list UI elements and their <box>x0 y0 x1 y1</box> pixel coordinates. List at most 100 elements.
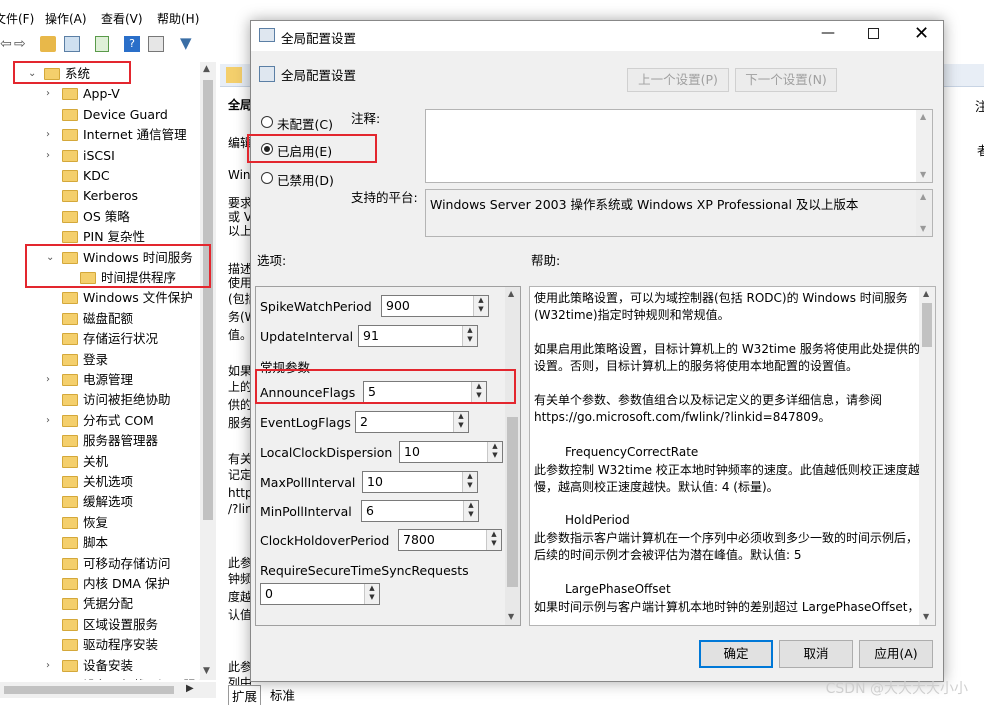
prev-setting-button[interactable]: 上一个设置(P) <box>627 68 729 92</box>
spin-arrows-icon[interactable]: ▲ ▼ <box>473 296 488 316</box>
tab-extended[interactable]: 扩展 <box>228 685 262 705</box>
next-setting-button[interactable]: 下一个设置(N) <box>735 68 837 92</box>
tree-hscrollbar[interactable]: ▶ <box>0 682 216 698</box>
chevron-right-icon[interactable]: › <box>46 656 50 676</box>
tree-item[interactable]: › iSCSI <box>46 146 115 166</box>
option-spin-input[interactable]: 91 ▲ ▼ <box>358 325 478 347</box>
option-spin-input[interactable]: 2 ▲ ▼ <box>355 411 469 433</box>
tree-item[interactable]: 关机选项 <box>62 472 133 492</box>
scroll-down-icon[interactable]: ▼ <box>203 666 210 676</box>
tree-item[interactable]: › Internet 通信管理 <box>46 125 187 145</box>
minimize-icon[interactable]: — <box>821 25 835 41</box>
tree-item[interactable]: 区域设置服务 <box>62 615 158 635</box>
help-heading-3: LargePhaseOffset <box>565 582 671 596</box>
tree-item[interactable]: 服务器管理器 <box>62 431 158 451</box>
tree-item[interactable]: 脚本 <box>62 533 108 553</box>
tree-item[interactable]: 存储运行状况 <box>62 329 158 349</box>
menu-help[interactable]: 帮助(H) <box>157 10 199 27</box>
scroll-down-icon[interactable]: ▼ <box>920 170 926 179</box>
option-spin-input[interactable]: 6 ▲ ▼ <box>361 500 479 522</box>
scroll-up-icon[interactable]: ▲ <box>923 289 929 298</box>
spin-arrows-icon[interactable]: ▲ ▼ <box>364 584 379 604</box>
scroll-up-icon[interactable]: ▲ <box>203 64 210 74</box>
tree-scrollbar[interactable]: ▲ ▼ <box>200 62 216 680</box>
chevron-right-icon[interactable]: › <box>46 370 50 390</box>
chevron-right-icon[interactable]: › <box>46 125 50 145</box>
export-list-icon[interactable] <box>95 36 109 52</box>
radio-not-configured[interactable] <box>261 116 273 128</box>
chevron-right-icon[interactable]: › <box>46 411 50 431</box>
option-label: UpdateInterval <box>260 329 354 344</box>
radio-disabled[interactable] <box>261 172 273 184</box>
tree-item[interactable]: 关机 <box>62 452 108 472</box>
scroll-down-icon[interactable]: ▼ <box>508 612 514 621</box>
cancel-button[interactable]: 取消 <box>779 640 853 668</box>
menu-file[interactable]: 文件(F) <box>0 10 34 27</box>
option-spin-input[interactable]: 10 ▲ ▼ <box>362 471 478 493</box>
forward-arrow-icon[interactable]: ⇨ <box>14 36 26 52</box>
tree-item[interactable]: › App-V <box>46 84 120 104</box>
chevron-right-icon[interactable]: › <box>46 676 50 680</box>
tree-item[interactable]: 凭据分配 <box>62 594 133 614</box>
tab-standard[interactable]: 标准 <box>267 685 298 704</box>
spin-arrows-icon[interactable]: ▲ ▼ <box>462 326 477 346</box>
radio-disabled-label[interactable]: 已禁用(D) <box>277 170 334 189</box>
filter-icon[interactable]: ▼ <box>180 34 192 52</box>
tree-item[interactable]: 恢复 <box>62 513 108 533</box>
help-scrollbar[interactable]: ▲ ▼ <box>919 287 935 625</box>
maximize-icon[interactable] <box>868 28 879 39</box>
folder-up-icon[interactable] <box>40 36 56 52</box>
hscroll-thumb[interactable] <box>4 686 174 694</box>
radio-not-configured-label[interactable]: 未配置(C) <box>277 114 333 133</box>
close-icon[interactable]: ✕ <box>914 23 929 44</box>
ok-button[interactable]: 确定 <box>699 640 773 668</box>
option-spin-input[interactable]: 10 ▲ ▼ <box>399 441 503 463</box>
comment-textarea[interactable]: ▲ ▼ <box>425 109 933 183</box>
spin-arrows-icon[interactable]: ▲ ▼ <box>453 412 468 432</box>
tree-item[interactable]: Device Guard <box>62 105 168 125</box>
tree-item[interactable]: 登录 <box>62 350 108 370</box>
comment-scrollbar[interactable]: ▲ ▼ <box>916 110 932 182</box>
chevron-right-icon[interactable]: › <box>46 146 50 166</box>
tree-item[interactable]: 可移动存储访问 <box>62 554 171 574</box>
spin-arrows-icon[interactable]: ▲ ▼ <box>463 501 478 521</box>
tree-item[interactable]: 缓解选项 <box>62 492 133 512</box>
tree-item[interactable]: OS 策略 <box>62 207 130 227</box>
tree-item[interactable]: 内核 DMA 保护 <box>62 574 170 594</box>
scroll-up-icon[interactable]: ▲ <box>920 192 926 201</box>
tree-item[interactable]: › 分布式 COM <box>46 411 154 431</box>
option-spin-input[interactable]: 7800 ▲ ▼ <box>398 529 502 551</box>
scroll-down-icon[interactable]: ▼ <box>923 612 929 621</box>
tree-item[interactable]: › 设备安装 <box>46 656 133 676</box>
option-spin-input[interactable]: 0 ▲ ▼ <box>260 583 380 605</box>
menu-action[interactable]: 操作(A) <box>45 10 87 27</box>
platform-scrollbar[interactable]: ▲ ▼ <box>916 190 932 236</box>
tree-item[interactable]: Kerberos <box>62 186 138 206</box>
help-icon[interactable]: ? <box>124 36 140 52</box>
chevron-right-icon[interactable]: › <box>46 84 50 104</box>
tree-item[interactable]: KDC <box>62 166 110 186</box>
tree-item[interactable]: ›设备运行状况证明服务 <box>62 676 208 680</box>
back-arrow-icon[interactable]: ⇦ <box>0 36 12 52</box>
scroll-up-icon[interactable]: ▲ <box>920 112 926 121</box>
options-scrollbar[interactable]: ▲ ▼ <box>505 287 520 625</box>
properties-icon[interactable] <box>148 36 164 52</box>
scroll-right-icon[interactable]: ▶ <box>186 683 194 694</box>
tree-item[interactable]: Windows 文件保护 <box>62 288 193 308</box>
help-scroll-thumb[interactable] <box>922 303 932 347</box>
tree-item[interactable]: › 电源管理 <box>46 370 133 390</box>
apply-button[interactable]: 应用(A) <box>859 640 933 668</box>
spin-arrows-icon[interactable]: ▲ ▼ <box>487 442 502 462</box>
show-hide-tree-icon[interactable] <box>64 36 80 52</box>
scroll-down-icon[interactable]: ▼ <box>920 224 926 233</box>
scroll-thumb[interactable] <box>203 80 213 520</box>
scroll-up-icon[interactable]: ▲ <box>508 289 514 298</box>
spin-arrows-icon[interactable]: ▲ ▼ <box>486 530 501 550</box>
tree-item[interactable]: 磁盘配额 <box>62 309 133 329</box>
tree-item[interactable]: 驱动程序安装 <box>62 635 158 655</box>
option-spin-input[interactable]: 900 ▲ ▼ <box>381 295 489 317</box>
tree-item[interactable]: 访问被拒绝协助 <box>62 390 171 410</box>
options-scroll-thumb[interactable] <box>507 417 518 587</box>
menu-view[interactable]: 查看(V) <box>101 10 143 27</box>
spin-arrows-icon[interactable]: ▲ ▼ <box>462 472 477 492</box>
